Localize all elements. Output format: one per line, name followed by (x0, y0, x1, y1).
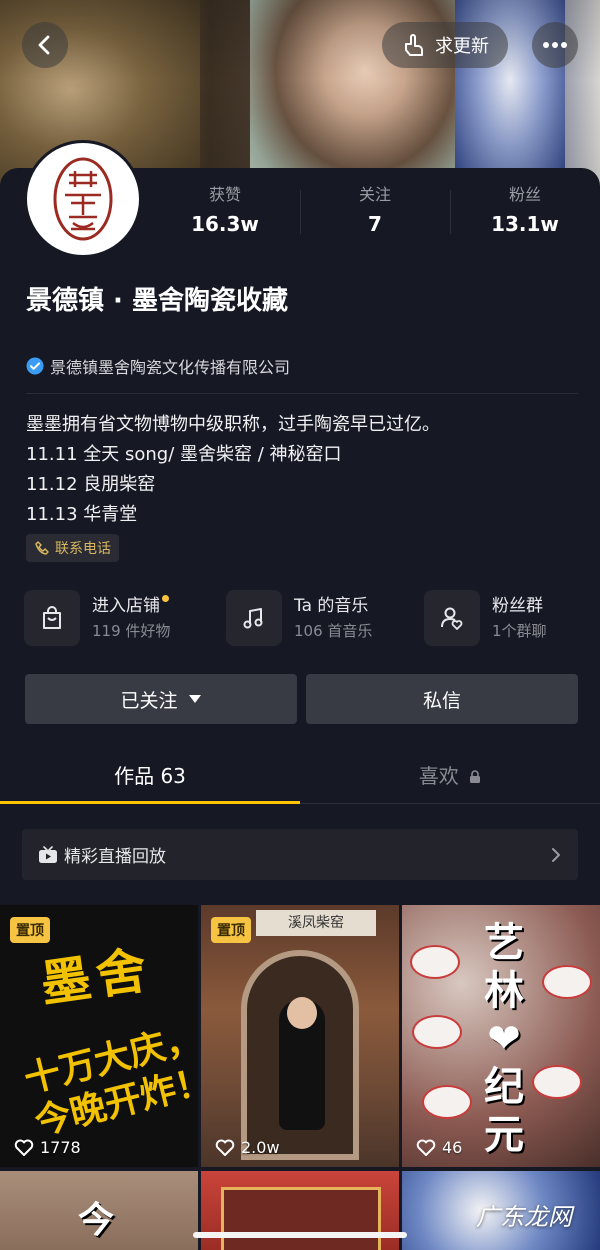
avatar[interactable] (24, 140, 142, 258)
tab-likes-label: 喜欢 (418, 764, 459, 788)
back-button[interactable] (22, 22, 68, 68)
shopping-bag-icon (24, 590, 80, 646)
phone-icon (35, 541, 49, 555)
pinned-badge: 置顶 (211, 917, 251, 943)
following-label: 已关注 (120, 689, 178, 712)
bio-line: 11.13 华青堂 (26, 504, 138, 525)
watermark: 广东龙网 (476, 1203, 572, 1231)
video-title-overlay: 今 (78, 1200, 115, 1241)
avatar-seal-logo (53, 157, 113, 241)
stat-following[interactable]: 关注 7 (300, 184, 450, 244)
verified-org-name: 景德镇墨舍陶瓷文化传播有限公司 (50, 358, 291, 377)
profile-actions: 已关注 私信 (25, 674, 578, 724)
following-button[interactable]: 已关注 (25, 674, 297, 724)
kiln-sign: 溪凤柴窑 (256, 910, 376, 936)
live-replay-entry[interactable]: 精彩直播回放 (22, 829, 578, 880)
video-tile[interactable] (201, 1171, 399, 1250)
video-tile[interactable]: 艺林❤纪元 46 (402, 905, 600, 1167)
video-like-count: 46 (442, 1138, 463, 1157)
profile-page: 求更新 获赞 16.3w 关注 7 粉丝 13.1w 景德镇 · 墨舍陶瓷收藏 … (0, 0, 600, 1250)
service-music-sub: 106 首音乐 (294, 622, 373, 640)
video-likes: 46 (416, 1138, 462, 1157)
fan-group-icon (424, 590, 480, 646)
profile-bio: 墨墨拥有省文物博物中级职称，过手陶瓷早已过亿。 11.11 全天 song/ 墨… (26, 410, 586, 530)
video-title-overlay: 艺林❤纪元 (484, 920, 524, 1158)
hand-pointer-icon (405, 34, 423, 56)
profile-services: 进入店铺 119 件好物 Ta 的音乐 106 首音乐 粉丝群 1个群聊 (24, 588, 584, 648)
home-indicator[interactable] (193, 1232, 407, 1238)
video-tile[interactable]: 墨舍 十万大庆，今晚开炸！ 置顶 1778 (0, 905, 198, 1167)
heart-outline-icon (14, 1139, 34, 1156)
video-like-count: 1778 (40, 1138, 81, 1157)
service-shop[interactable]: 进入店铺 119 件好物 (24, 588, 170, 648)
live-replay-label: 精彩直播回放 (64, 847, 166, 867)
video-like-count: 2.0w (241, 1138, 280, 1157)
stat-likes[interactable]: 获赞 16.3w (150, 184, 300, 244)
service-fan-group-title: 粉丝群 (492, 596, 543, 616)
contact-phone-tag[interactable]: 联系电话 (26, 534, 119, 562)
request-update-button[interactable]: 求更新 (382, 22, 508, 68)
service-music-title: Ta 的音乐 (294, 596, 369, 616)
tab-works[interactable]: 作品 63 (0, 748, 300, 804)
request-update-label: 求更新 (435, 36, 489, 57)
verified-organization[interactable]: 景德镇墨舍陶瓷文化传播有限公司 (26, 354, 290, 378)
stat-following-value: 7 (368, 212, 382, 236)
chevron-right-icon (552, 847, 560, 862)
video-tile[interactable]: 今 (0, 1171, 198, 1250)
service-shop-sub: 119 件好物 (92, 622, 171, 640)
service-shop-title: 进入店铺 (92, 596, 160, 616)
profile-name: 景德镇 · 墨舍陶瓷收藏 (26, 286, 288, 316)
video-likes: 1778 (14, 1138, 81, 1157)
bio-line: 11.12 良朋柴窑 (26, 474, 156, 495)
lock-icon (470, 770, 481, 783)
stat-likes-label: 获赞 (208, 185, 241, 204)
more-dots-icon (543, 42, 567, 48)
caret-down-icon (188, 695, 201, 703)
music-note-icon (226, 590, 282, 646)
video-title-overlay: 墨舍 (37, 940, 157, 1014)
stat-likes-value: 16.3w (191, 212, 259, 236)
heart-outline-icon (215, 1139, 235, 1156)
new-indicator-dot (162, 595, 169, 602)
bio-line: 11.11 全天 song/ 墨舍柴窑 / 神秘窑口 (26, 444, 342, 465)
heart-outline-icon (416, 1139, 436, 1156)
tab-works-label: 作品 63 (114, 764, 186, 788)
video-caption-overlay: 十万大庆，今晚开炸！ (20, 1017, 198, 1144)
content-tabs: 作品 63 喜欢 (0, 748, 600, 804)
divider (26, 393, 578, 394)
service-fan-group-sub: 1个群聊 (492, 622, 547, 640)
message-label: 私信 (422, 689, 461, 712)
video-tile[interactable]: 溪凤柴窑 置顶 2.0w (201, 905, 399, 1167)
stat-following-label: 关注 (358, 185, 391, 204)
service-music[interactable]: Ta 的音乐 106 首音乐 (226, 588, 372, 648)
tv-play-icon (39, 845, 57, 863)
tab-likes[interactable]: 喜欢 (300, 748, 600, 803)
more-options-button[interactable] (532, 22, 578, 68)
service-fan-group[interactable]: 粉丝群 1个群聊 (424, 588, 547, 648)
stat-followers[interactable]: 粉丝 13.1w (450, 184, 600, 244)
pinned-badge: 置顶 (10, 917, 50, 943)
contact-phone-label: 联系电话 (55, 541, 111, 557)
stat-followers-value: 13.1w (491, 212, 559, 236)
stat-followers-label: 粉丝 (508, 185, 541, 204)
profile-stats: 获赞 16.3w 关注 7 粉丝 13.1w (150, 184, 600, 244)
chevron-left-icon (38, 35, 50, 55)
message-button[interactable]: 私信 (306, 674, 578, 724)
verified-badge-icon (26, 357, 44, 375)
bio-line: 墨墨拥有省文物博物中级职称，过手陶瓷早已过亿。 (26, 414, 440, 435)
video-likes: 2.0w (215, 1138, 280, 1157)
